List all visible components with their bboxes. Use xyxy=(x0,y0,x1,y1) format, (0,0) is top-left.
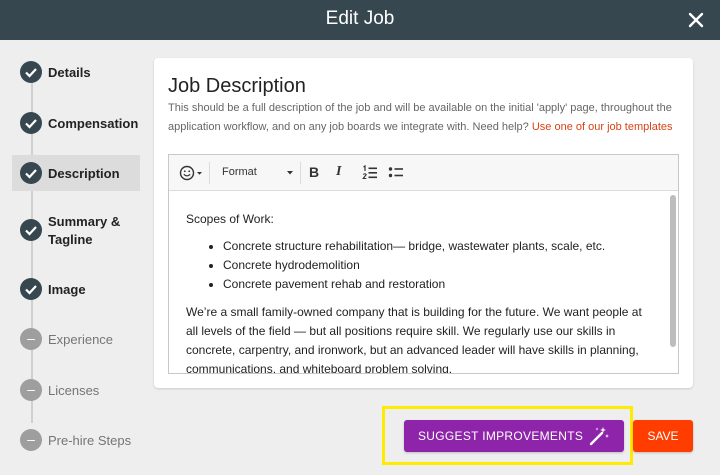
step-label: Description xyxy=(48,166,120,181)
bullet-list-button[interactable] xyxy=(388,164,404,182)
card-title: Job Description xyxy=(168,75,306,97)
dialog-title: Edit Job xyxy=(325,8,395,29)
step-licenses[interactable]: – Licenses xyxy=(12,378,140,404)
magic-wand-icon xyxy=(589,427,609,446)
caret-down-icon xyxy=(287,171,293,175)
editor-content[interactable]: Scopes of Work: Concrete structure rehab… xyxy=(169,192,667,373)
emoji-icon xyxy=(179,165,202,181)
scope-list: Concrete structure rehabilitation— bridg… xyxy=(186,237,650,294)
format-dropdown[interactable]: Format xyxy=(222,164,294,182)
editor-scrollbar[interactable] xyxy=(670,195,676,347)
step-label: Licenses xyxy=(48,383,100,398)
suggest-label: SUGGEST IMPROVEMENTS xyxy=(418,429,584,443)
content-intro: Scopes of Work: xyxy=(186,212,274,226)
step-description[interactable]: Description xyxy=(12,155,140,191)
save-button[interactable]: SAVE xyxy=(633,420,693,452)
suggest-improvements-button[interactable]: SUGGEST IMPROVEMENTS xyxy=(404,420,624,452)
step-label: Compensation xyxy=(48,116,139,131)
content-paragraph: We’re a small family-owned company that … xyxy=(186,305,642,373)
toolbar-separator xyxy=(209,162,210,184)
step-label: Details xyxy=(48,65,91,80)
check-icon xyxy=(20,112,42,134)
ordered-list-icon xyxy=(362,164,377,180)
step-label: Summary & Tagline xyxy=(48,214,121,247)
dialog-header: Edit Job xyxy=(0,0,720,40)
check-icon xyxy=(20,278,42,300)
pending-step-icon: – xyxy=(20,328,42,350)
rich-text-editor[interactable]: Format B I Scopes of Work: • Concrete st… xyxy=(168,154,679,374)
list-item: Concrete pavement rehab and restoration xyxy=(223,275,650,294)
step-details[interactable]: Details xyxy=(12,60,140,86)
bullet-list-icon xyxy=(388,167,403,178)
ordered-list-button[interactable] xyxy=(362,164,378,182)
step-label: Pre-hire Steps xyxy=(48,433,132,448)
step-image[interactable]: Image xyxy=(12,276,140,302)
italic-button[interactable]: I xyxy=(336,164,348,182)
pending-step-icon: – xyxy=(20,379,42,401)
list-item: Concrete hydrodemolition xyxy=(223,256,650,275)
list-item: Concrete structure rehabilitation— bridg… xyxy=(223,237,650,256)
toolbar-separator xyxy=(300,162,301,184)
job-templates-link[interactable]: Use one of our job templates xyxy=(532,121,673,133)
emoji-picker-button[interactable] xyxy=(179,164,205,182)
check-icon xyxy=(20,219,42,241)
bold-button[interactable]: B xyxy=(309,164,323,182)
editor-toolbar: Format B I xyxy=(169,155,678,191)
steps-sidebar: Details Compensation Description Summary… xyxy=(0,40,150,475)
check-icon xyxy=(20,162,42,184)
step-compensation[interactable]: Compensation xyxy=(12,110,140,136)
step-label: Image xyxy=(48,282,86,297)
step-summary-tagline[interactable]: Summary & Tagline xyxy=(12,212,140,250)
card-help-text: This should be a full description of the… xyxy=(168,99,693,137)
step-experience[interactable]: – Experience xyxy=(12,327,140,353)
pending-step-icon: – xyxy=(20,429,42,451)
step-pre-hire-steps[interactable]: – Pre-hire Steps xyxy=(12,429,140,455)
check-icon xyxy=(20,61,42,83)
step-label: Experience xyxy=(48,332,114,347)
close-icon[interactable] xyxy=(684,8,708,32)
description-card: Job Description This should be a full de… xyxy=(154,58,693,388)
format-label: Format xyxy=(222,166,257,178)
